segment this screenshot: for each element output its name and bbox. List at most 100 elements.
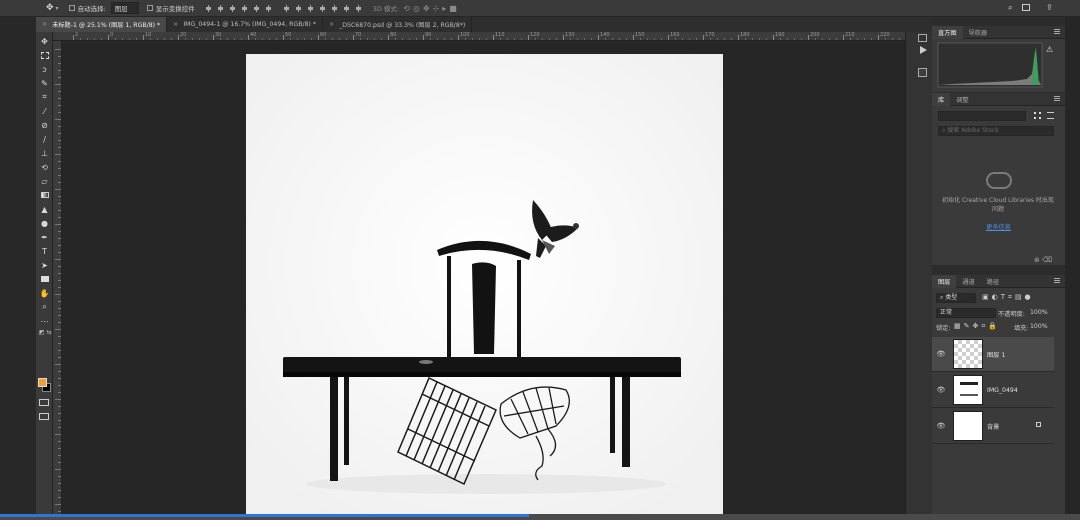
distribute-left-icon[interactable] (319, 4, 327, 12)
lasso-tool-icon[interactable]: ↄ (39, 64, 50, 74)
tab-library[interactable]: 库 (932, 92, 951, 106)
histogram-panel: ⚠ (932, 39, 1065, 92)
quick-select-tool-icon[interactable]: ✎ (39, 78, 50, 88)
doc-tab-untitled[interactable]: × 未标题-1 @ 25.1% (图层 1, RGB/8) * (36, 17, 168, 32)
doc-tab-dsc6870[interactable]: × _DSC6870.psd @ 33.3% (图层 2, RGB/8*) (323, 17, 473, 32)
layer-row[interactable]: 👁 背景 (932, 409, 1054, 444)
tab-adjustments[interactable]: 调整 (950, 93, 974, 106)
panel-menu-icon[interactable] (1054, 96, 1060, 101)
more-tools-icon[interactable]: ⋯ (39, 316, 50, 326)
tab-histogram[interactable]: 直方图 (932, 25, 963, 39)
panel-menu-icon[interactable] (1054, 29, 1060, 34)
fill-value[interactable]: 100% (1030, 323, 1048, 330)
layer-name[interactable]: 图层 1 (987, 350, 1005, 359)
tab-layers[interactable]: 图层 (932, 274, 957, 288)
distribute-top-icon[interactable] (283, 4, 291, 12)
brush-tool-icon[interactable]: ∕ (39, 134, 50, 144)
path-select-tool-icon[interactable]: ➤ (39, 260, 50, 270)
panel-scrollbar[interactable] (1065, 17, 1080, 520)
pen-tool-icon[interactable]: ✒ (39, 232, 50, 242)
tab-channels[interactable]: 通道 (956, 275, 980, 288)
auto-select-dropdown[interactable]: 图层 (110, 2, 139, 14)
play-actions-icon[interactable] (920, 46, 927, 54)
foreground-color-swatch-fill[interactable] (38, 378, 47, 387)
distribute-right-icon[interactable] (343, 4, 351, 12)
ruler-minor-tick (55, 294, 61, 295)
screen-mode-icon[interactable] (39, 413, 49, 420)
panel-menu-icon[interactable] (1054, 278, 1060, 283)
grid-view-icon[interactable] (1034, 112, 1041, 119)
auto-align-icon[interactable] (355, 4, 363, 12)
tool-preset-dropdown-icon[interactable]: ▾ (56, 5, 59, 12)
hand-tool-icon[interactable]: ✋ (39, 288, 50, 298)
layer-row[interactable]: 👁 IMG_0494 (932, 373, 1054, 408)
ruler-minor-tick (55, 399, 61, 400)
align-right-icon[interactable] (265, 4, 273, 12)
close-icon[interactable]: × (173, 21, 178, 28)
align-hcenter-icon[interactable] (253, 4, 261, 12)
stamp-tool-icon[interactable]: ⊥ (39, 148, 50, 158)
blend-mode-dropdown[interactable]: 正常 (936, 308, 996, 318)
eye-icon[interactable]: 👁 (932, 386, 950, 394)
dodge-tool-icon[interactable]: ● (39, 218, 50, 228)
align-top-icon[interactable] (205, 4, 213, 12)
align-buttons (203, 4, 365, 12)
share-icon[interactable]: ⇪ (1046, 3, 1053, 12)
eye-icon[interactable]: 👁 (932, 350, 950, 358)
workspace-icon[interactable] (1022, 4, 1030, 11)
properties-icon[interactable] (918, 68, 927, 77)
tab-paths[interactable]: 路径 (981, 275, 1005, 288)
align-bottom-icon[interactable] (229, 4, 237, 12)
move-tool-icon[interactable]: ✥ (46, 3, 54, 13)
rectangle-tool-icon[interactable] (39, 274, 50, 284)
library-dropdown[interactable] (938, 111, 1026, 121)
ruler-label: 0 (110, 32, 114, 38)
quick-mask-icon[interactable] (39, 399, 49, 406)
eyedropper-tool-icon[interactable]: ⁄ (39, 106, 50, 116)
move-tool-icon[interactable]: ✥ (39, 36, 50, 46)
default-colors-icon[interactable]: ◩ ⇆ (39, 329, 52, 336)
distribute-hcenter-icon[interactable] (331, 4, 339, 12)
svg-text:⚠: ⚠ (1046, 45, 1053, 54)
library-init-message: 初始化 Creative Cloud Libraries 时出现问题 (942, 197, 1054, 213)
layers-panel: ⌕ 类型 ▣◐T⌗▤● 正常 不透明度: 100% 锁定: ▦✎✥⌗🔒 填充: … (932, 288, 1065, 520)
close-icon[interactable]: × (42, 21, 47, 28)
eye-icon[interactable]: 👁 (932, 422, 950, 430)
history-brush-icon[interactable]: ⟲ (39, 162, 50, 172)
auto-select-checkbox[interactable] (68, 5, 75, 11)
layer-name[interactable]: IMG_0494 (987, 387, 1018, 394)
layer-name[interactable]: 背景 (987, 422, 999, 431)
healing-brush-icon[interactable]: ⊘ (39, 120, 50, 130)
list-view-icon[interactable] (1047, 112, 1054, 119)
blur-tool-icon[interactable]: ▲ (39, 204, 50, 214)
opacity-value[interactable]: 100% (1030, 309, 1048, 316)
doc-tab-label: 未标题-1 @ 25.1% (图层 1, RGB/8) * (52, 22, 161, 29)
document-canvas[interactable] (246, 54, 723, 520)
zoom-tool-icon[interactable]: ⌕ (39, 302, 50, 312)
distribute-bottom-icon[interactable] (307, 4, 315, 12)
close-icon[interactable]: × (329, 21, 334, 28)
eraser-tool-icon[interactable]: ▱ (39, 176, 50, 186)
show-transform-checkbox[interactable] (146, 5, 153, 11)
histogram-graph: ⚠ (937, 42, 1053, 88)
layer-row[interactable]: 👁 图层 1 (932, 337, 1054, 372)
gradient-tool-icon[interactable] (39, 190, 50, 200)
distribute-vcenter-icon[interactable] (295, 4, 303, 12)
tab-navigator[interactable]: 导航器 (963, 26, 994, 39)
library-footer-icons: ⊛ ⌫ (1034, 256, 1052, 264)
marquee-tool-icon[interactable] (39, 50, 50, 60)
history-panel-icon[interactable] (918, 34, 927, 42)
layer-filter-dropdown[interactable]: ⌕ 类型 (936, 293, 976, 303)
search-icon[interactable]: ⌕ (1008, 3, 1012, 13)
canvas-area[interactable] (62, 41, 905, 520)
composition-image (246, 54, 723, 520)
doc-tab-img0494[interactable]: × IMG_0494-1 @ 16.7% (IMG_0494, RGB/8) * (167, 17, 324, 32)
more-info-link[interactable]: 更多信息 (932, 222, 1065, 231)
type-tool-icon[interactable]: T (39, 246, 50, 256)
align-left-icon[interactable] (241, 4, 249, 12)
align-vcenter-icon[interactable] (217, 4, 225, 12)
stock-search-input[interactable]: ⌕ 搜索 Adobe Stock (938, 126, 1054, 136)
crop-tool-icon[interactable]: ⌗ (39, 92, 50, 102)
horizontal-ruler: 2 0 10 20 30 40 50 60 70 80 90 100 110 120 130 140 150 16… (53, 32, 905, 41)
filter-kind-label: 类型 (945, 294, 958, 301)
